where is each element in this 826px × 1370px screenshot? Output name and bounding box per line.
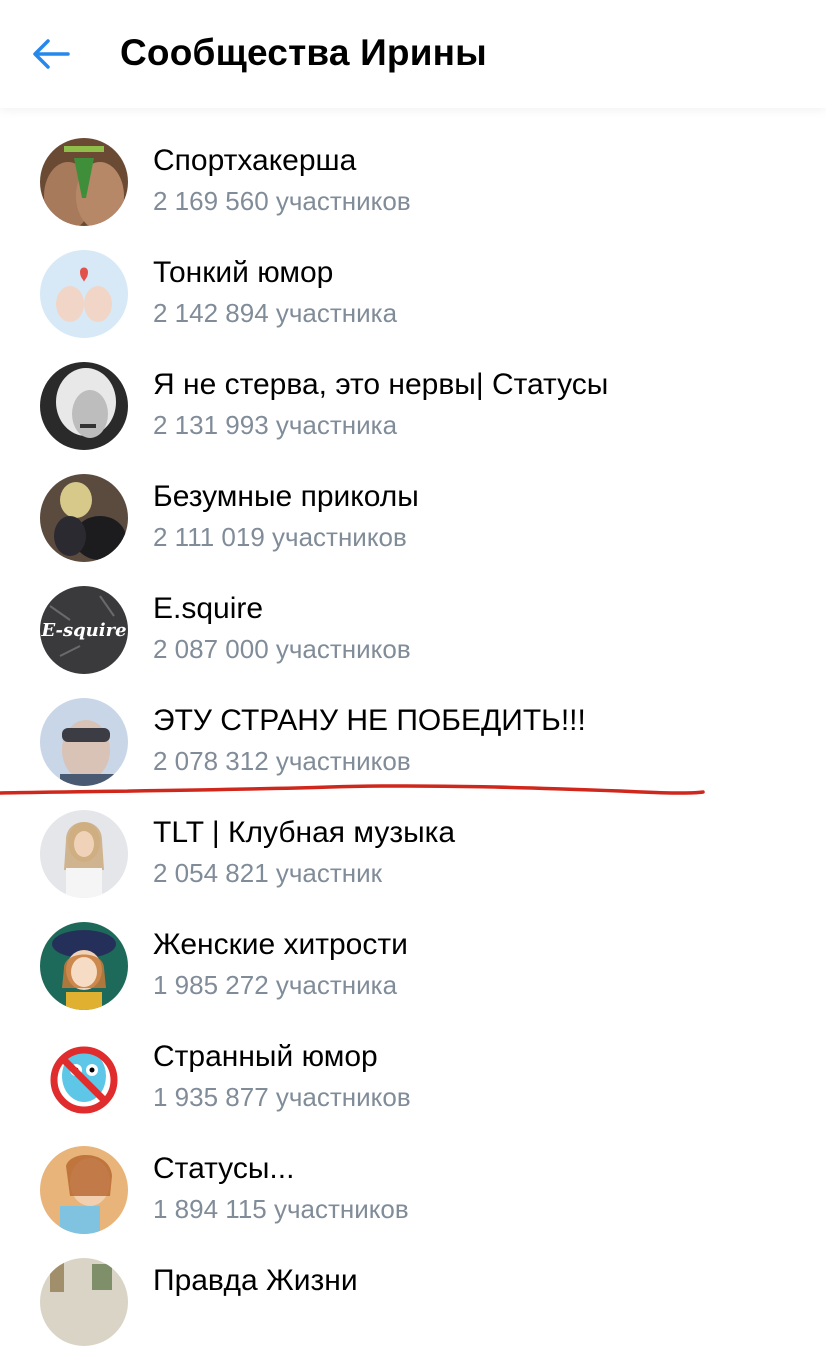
community-members: 1 935 877 участников xyxy=(153,1082,411,1112)
community-row[interactable]: E-squire E.squire 2 087 000 участников xyxy=(0,586,826,698)
back-button[interactable] xyxy=(28,34,74,74)
page-title: Сообщества Ирины xyxy=(120,32,487,73)
community-avatar xyxy=(40,698,128,786)
community-members: 2 131 993 участника xyxy=(153,410,398,440)
esquire-logo-text: E-squire xyxy=(40,620,126,641)
community-name: ЭТУ СТРАНУ НЕ ПОБЕДИТЬ!!! xyxy=(153,704,586,737)
community-name: Женские хитрости xyxy=(153,928,408,961)
communities-list: Спортхакерша 2 169 560 участников Тонкий… xyxy=(0,0,826,1346)
community-name: E.squire xyxy=(153,592,264,625)
community-members: 2 078 312 участников xyxy=(153,746,411,776)
community-row[interactable]: TLT | Клубная музыка 2 054 821 участник xyxy=(0,810,826,922)
community-row[interactable]: Странный юмор 1 935 877 участников xyxy=(0,1034,826,1146)
community-avatar xyxy=(40,138,128,226)
community-name: Спортхакерша xyxy=(153,144,357,177)
community-name: Я не стерва, это нервы| Статусы xyxy=(153,368,609,401)
community-avatar xyxy=(40,810,128,898)
community-avatar xyxy=(40,1258,128,1346)
community-row[interactable]: Тонкий юмор 2 142 894 участника xyxy=(0,250,826,362)
community-row[interactable]: Правда Жизни xyxy=(0,1258,826,1370)
community-avatar xyxy=(40,1146,128,1234)
community-row[interactable]: Безумные приколы 2 111 019 участников xyxy=(0,474,826,586)
community-members: 2 087 000 участников xyxy=(153,634,411,664)
arrow-left-icon xyxy=(33,39,70,69)
community-members: 2 169 560 участников xyxy=(153,186,411,216)
community-name: Странный юмор xyxy=(153,1040,378,1073)
community-members: 1 985 272 участника xyxy=(153,970,398,1000)
community-avatar xyxy=(40,474,128,562)
community-members: 2 054 821 участник xyxy=(153,858,383,888)
community-row[interactable]: ЭТУ СТРАНУ НЕ ПОБЕДИТЬ!!! 2 078 312 учас… xyxy=(0,698,826,810)
community-row[interactable]: Женские хитрости 1 985 272 участника xyxy=(0,922,826,1034)
community-row[interactable]: Я не стерва, это нервы| Статусы 2 131 99… xyxy=(0,362,826,474)
community-name: Безумные приколы xyxy=(153,480,419,513)
community-members: 2 142 894 участника xyxy=(153,298,398,328)
community-members: 2 111 019 участников xyxy=(153,522,407,552)
community-avatar xyxy=(40,250,128,338)
community-name: Статусы... xyxy=(153,1152,295,1185)
community-name: Тонкий юмор xyxy=(153,256,334,289)
community-row[interactable]: Спортхакерша 2 169 560 участников xyxy=(0,138,826,250)
community-members: 1 894 115 участников xyxy=(153,1194,409,1224)
community-avatar: E-squire xyxy=(40,586,128,674)
app-header: Сообщества Ирины xyxy=(0,0,826,108)
community-avatar xyxy=(40,922,128,1010)
community-name: Правда Жизни xyxy=(153,1264,358,1297)
community-row[interactable]: Статусы... 1 894 115 участников xyxy=(0,1146,826,1258)
community-avatar xyxy=(40,1034,128,1122)
community-name: TLT | Клубная музыка xyxy=(153,816,456,849)
community-avatar xyxy=(40,362,128,450)
